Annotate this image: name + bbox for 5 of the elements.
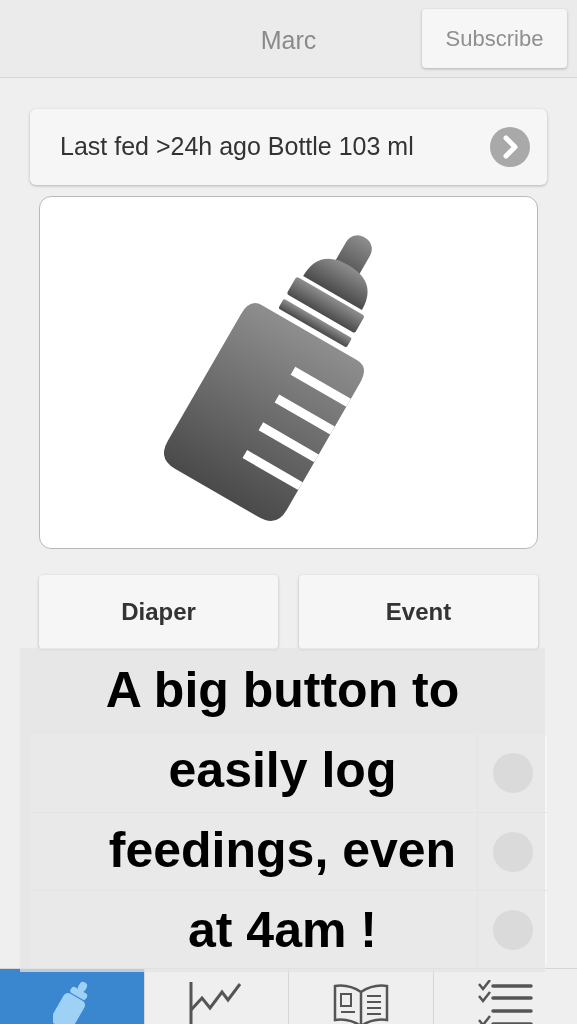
caption-text: A big button to easily log feedings, even at 4am ! (105, 661, 460, 960)
action-button[interactable]: Event (299, 575, 538, 649)
header-title: Marc (260, 24, 317, 56)
last-fed-bar[interactable]: Last fed >24h ago Bottle 103 ml (30, 109, 547, 185)
action-button[interactable]: Diaper (39, 575, 278, 649)
